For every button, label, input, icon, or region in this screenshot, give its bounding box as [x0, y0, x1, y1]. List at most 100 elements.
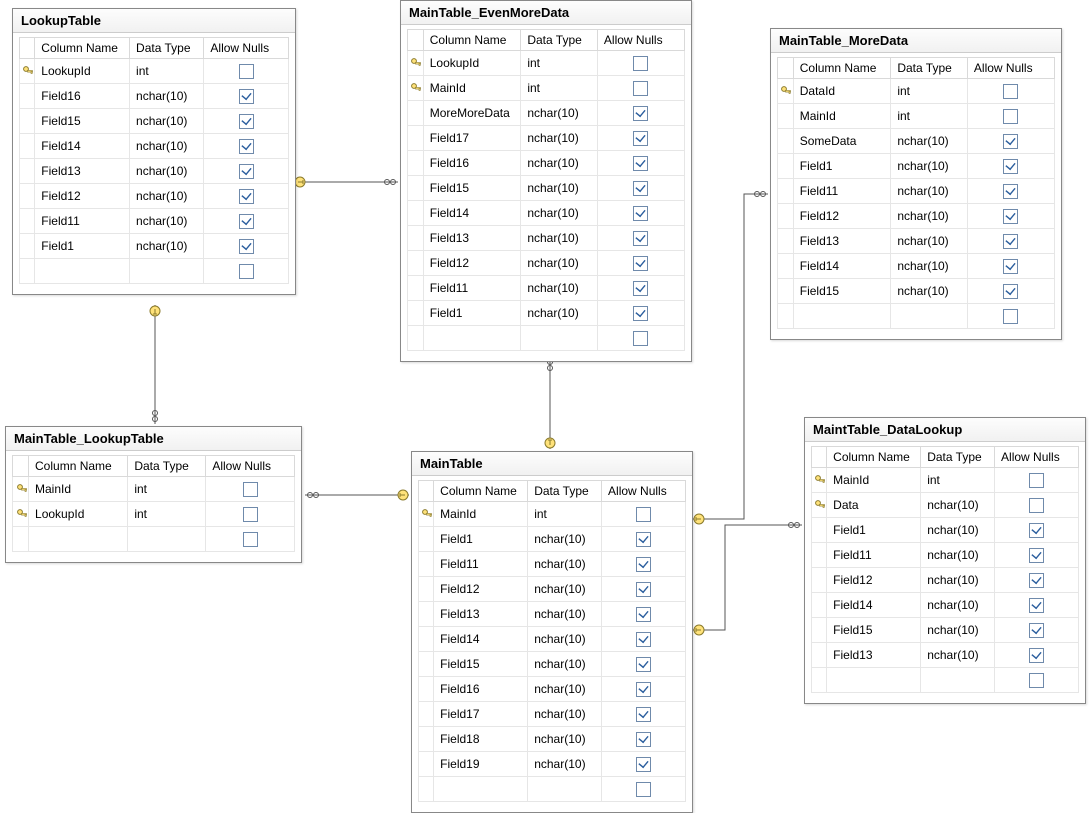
allow-nulls-checkbox[interactable] [239, 164, 254, 179]
allow-nulls-cell[interactable] [597, 51, 684, 76]
column-name-cell[interactable]: MainId [423, 76, 521, 101]
allow-nulls-cell[interactable] [995, 518, 1079, 543]
column-row[interactable]: Field15nchar(10) [812, 618, 1079, 643]
data-type-cell[interactable]: nchar(10) [528, 627, 602, 652]
data-type-cell[interactable]: nchar(10) [528, 652, 602, 677]
column-row[interactable]: Field12nchar(10) [778, 204, 1055, 229]
column-name-cell[interactable]: Field11 [827, 543, 921, 568]
allow-nulls-checkbox[interactable] [1029, 573, 1044, 588]
column-name-cell[interactable]: LookupId [35, 59, 130, 84]
allow-nulls-cell[interactable] [204, 109, 289, 134]
column-name-cell[interactable]: Field13 [827, 643, 921, 668]
column-row[interactable]: Field19nchar(10) [419, 752, 686, 777]
table-main[interactable]: MainTable Column NameData TypeAllow Null… [411, 451, 693, 813]
allow-nulls-cell[interactable] [602, 577, 686, 602]
column-row[interactable]: MainIdint [812, 468, 1079, 493]
column-name-cell[interactable]: Field1 [793, 154, 891, 179]
allow-nulls-checkbox[interactable] [239, 214, 254, 229]
column-row[interactable]: Field11nchar(10) [419, 552, 686, 577]
allow-nulls-cell[interactable] [602, 627, 686, 652]
allow-nulls-cell[interactable] [597, 276, 684, 301]
column-row[interactable]: Field14nchar(10) [419, 627, 686, 652]
allow-nulls-cell[interactable] [995, 493, 1079, 518]
data-type-cell[interactable]: nchar(10) [891, 129, 968, 154]
allow-nulls-checkbox[interactable] [1003, 109, 1018, 124]
allow-nulls-cell[interactable] [967, 229, 1054, 254]
column-row[interactable]: Field15nchar(10) [778, 279, 1055, 304]
data-type-cell[interactable]: nchar(10) [891, 254, 968, 279]
allow-nulls-cell[interactable] [967, 179, 1054, 204]
column-row[interactable] [20, 259, 289, 284]
column-name-cell[interactable]: Field1 [827, 518, 921, 543]
column-name-cell[interactable]: Field15 [35, 109, 130, 134]
allow-nulls-checkbox[interactable] [633, 256, 648, 271]
data-type-cell[interactable]: nchar(10) [130, 134, 204, 159]
data-type-cell[interactable] [130, 259, 204, 284]
allow-nulls-checkbox[interactable] [636, 557, 651, 572]
allow-nulls-checkbox[interactable] [1029, 598, 1044, 613]
allow-nulls-checkbox[interactable] [636, 532, 651, 547]
allow-nulls-checkbox[interactable] [1029, 623, 1044, 638]
column-name-cell[interactable] [434, 777, 528, 802]
column-name-cell[interactable]: Field11 [35, 209, 130, 234]
column-row[interactable]: Field16nchar(10) [20, 84, 289, 109]
column-row[interactable]: Field15nchar(10) [408, 176, 685, 201]
allow-nulls-cell[interactable] [204, 84, 289, 109]
column-name-cell[interactable] [827, 668, 921, 693]
header-allow-nulls[interactable]: Allow Nulls [206, 456, 295, 477]
allow-nulls-checkbox[interactable] [636, 757, 651, 772]
column-row[interactable]: Field14nchar(10) [408, 201, 685, 226]
allow-nulls-cell[interactable] [995, 643, 1079, 668]
column-name-cell[interactable]: Field16 [35, 84, 130, 109]
allow-nulls-cell[interactable] [597, 76, 684, 101]
header-data-type[interactable]: Data Type [128, 456, 206, 477]
allow-nulls-cell[interactable] [602, 677, 686, 702]
data-type-cell[interactable]: nchar(10) [891, 279, 968, 304]
column-row[interactable] [419, 777, 686, 802]
column-name-cell[interactable]: Field14 [793, 254, 891, 279]
data-type-cell[interactable]: nchar(10) [891, 204, 968, 229]
allow-nulls-cell[interactable] [967, 129, 1054, 154]
column-name-cell[interactable]: MainId [793, 104, 891, 129]
column-name-cell[interactable]: Field1 [35, 234, 130, 259]
data-type-cell[interactable]: int [891, 104, 968, 129]
allow-nulls-cell[interactable] [204, 184, 289, 209]
header-data-type[interactable]: Data Type [130, 38, 204, 59]
column-row[interactable]: Field16nchar(10) [408, 151, 685, 176]
data-type-cell[interactable]: nchar(10) [528, 752, 602, 777]
data-type-cell[interactable]: nchar(10) [921, 518, 995, 543]
data-type-cell[interactable]: nchar(10) [921, 643, 995, 668]
header-allow-nulls[interactable]: Allow Nulls [597, 30, 684, 51]
table-datalookup[interactable]: MaintTable_DataLookup Column NameData Ty… [804, 417, 1086, 704]
column-row[interactable] [13, 527, 295, 552]
column-name-cell[interactable] [29, 527, 128, 552]
allow-nulls-cell[interactable] [204, 134, 289, 159]
allow-nulls-cell[interactable] [967, 254, 1054, 279]
allow-nulls-checkbox[interactable] [633, 181, 648, 196]
header-allow-nulls[interactable]: Allow Nulls [204, 38, 289, 59]
column-row[interactable]: MainIdint [419, 502, 686, 527]
data-type-cell[interactable]: nchar(10) [130, 184, 204, 209]
data-type-cell[interactable]: nchar(10) [528, 602, 602, 627]
data-type-cell[interactable] [521, 326, 598, 351]
header-data-type[interactable]: Data Type [891, 58, 968, 79]
column-name-cell[interactable] [793, 304, 891, 329]
column-name-cell[interactable]: Field13 [35, 159, 130, 184]
data-type-cell[interactable]: nchar(10) [528, 552, 602, 577]
column-name-cell[interactable] [35, 259, 130, 284]
column-row[interactable]: Field14nchar(10) [20, 134, 289, 159]
allow-nulls-checkbox[interactable] [633, 306, 648, 321]
column-name-cell[interactable]: Field14 [423, 201, 521, 226]
data-type-cell[interactable]: nchar(10) [521, 276, 598, 301]
column-row[interactable]: Field1nchar(10) [408, 301, 685, 326]
allow-nulls-checkbox[interactable] [239, 89, 254, 104]
allow-nulls-cell[interactable] [204, 59, 289, 84]
column-name-cell[interactable]: Field11 [793, 179, 891, 204]
data-type-cell[interactable]: nchar(10) [521, 301, 598, 326]
data-type-cell[interactable]: nchar(10) [130, 109, 204, 134]
allow-nulls-checkbox[interactable] [1003, 284, 1018, 299]
allow-nulls-cell[interactable] [602, 602, 686, 627]
data-type-cell[interactable]: nchar(10) [921, 493, 995, 518]
allow-nulls-checkbox[interactable] [633, 56, 648, 71]
data-type-cell[interactable]: nchar(10) [891, 179, 968, 204]
